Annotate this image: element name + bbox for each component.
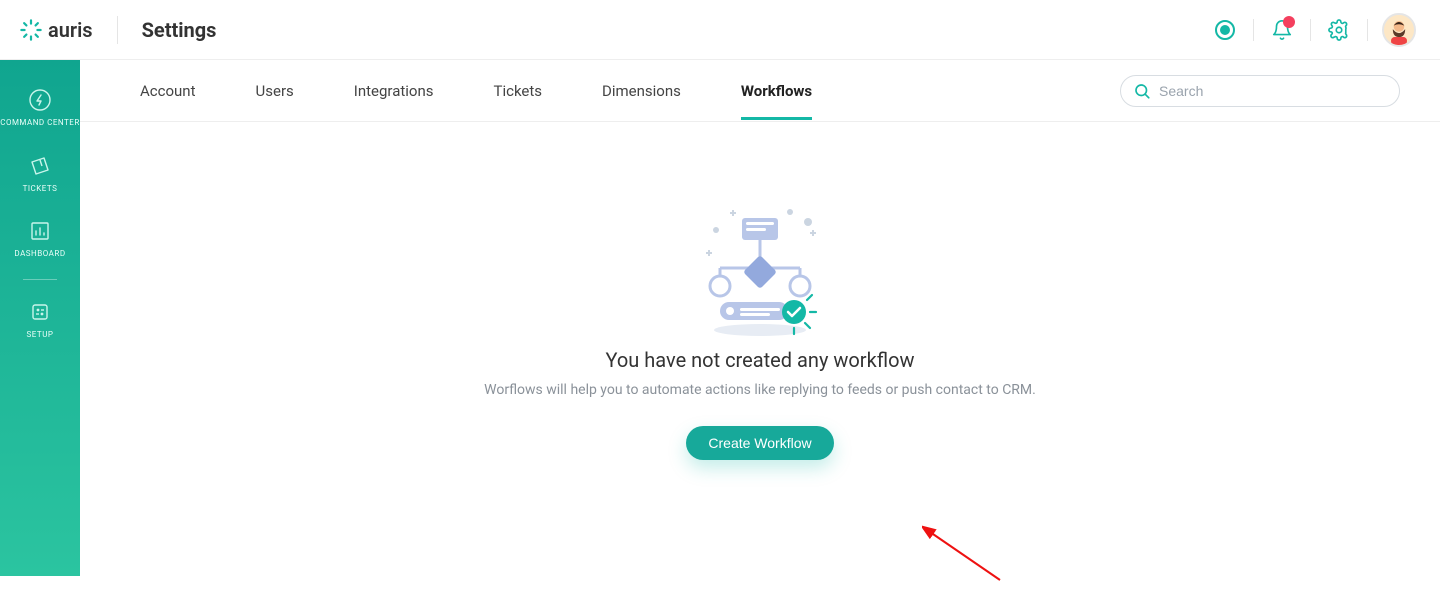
sidebar-item-label: COMMAND CENTER <box>0 118 80 128</box>
main: Account Users Integrations Tickets Dimen… <box>80 60 1440 576</box>
sidebar-separator <box>23 279 57 280</box>
settings-tabs: Account Users Integrations Tickets Dimen… <box>80 60 1440 122</box>
search-icon <box>1133 82 1151 100</box>
empty-subtitle: Worflows will help you to automate actio… <box>484 382 1036 398</box>
sidebar-item-dashboard[interactable]: DASHBOARD <box>0 211 80 267</box>
tab-dimensions[interactable]: Dimensions <box>602 62 681 119</box>
sidebar-item-tickets[interactable]: TICKETS <box>0 146 80 202</box>
divider <box>1310 19 1311 41</box>
search-field[interactable] <box>1120 75 1400 107</box>
search-input[interactable] <box>1159 83 1387 99</box>
sidebar: COMMAND CENTER TICKETS DASHBOARD SETUP <box>0 60 80 576</box>
divider <box>1367 19 1368 41</box>
sidebar-item-setup[interactable]: SETUP <box>0 292 80 348</box>
notifications-button[interactable] <box>1268 16 1296 44</box>
brand-name: auris <box>48 18 93 42</box>
annotation-arrow-icon <box>922 522 1012 592</box>
topbar-actions <box>1211 13 1416 47</box>
workflows-empty-state: You have not created any workflow Worflo… <box>80 122 1440 576</box>
sidebar-item-label: DASHBOARD <box>14 249 65 259</box>
create-workflow-button[interactable]: Create Workflow <box>686 426 833 460</box>
tab-account[interactable]: Account <box>140 62 196 119</box>
page-title: Settings <box>142 18 217 42</box>
divider <box>1253 19 1254 41</box>
divider <box>117 16 118 44</box>
tab-workflows[interactable]: Workflows <box>741 62 812 119</box>
user-avatar[interactable] <box>1382 13 1416 47</box>
empty-title: You have not created any workflow <box>605 348 914 372</box>
tab-users[interactable]: Users <box>256 62 294 119</box>
tab-integrations[interactable]: Integrations <box>354 62 434 119</box>
sidebar-item-label: SETUP <box>27 330 54 340</box>
sidebar-item-command-center[interactable]: COMMAND CENTER <box>0 80 80 136</box>
notification-dot-icon <box>1283 16 1295 28</box>
sidebar-item-label: TICKETS <box>23 184 58 194</box>
presence-status-icon[interactable] <box>1211 16 1239 44</box>
brand-mark-icon <box>20 19 42 41</box>
topbar: auris Settings <box>0 0 1440 60</box>
workflow-illustration-icon <box>660 182 860 342</box>
brand-logo[interactable]: auris <box>20 18 93 42</box>
tab-tickets[interactable]: Tickets <box>494 62 543 119</box>
settings-button[interactable] <box>1325 16 1353 44</box>
